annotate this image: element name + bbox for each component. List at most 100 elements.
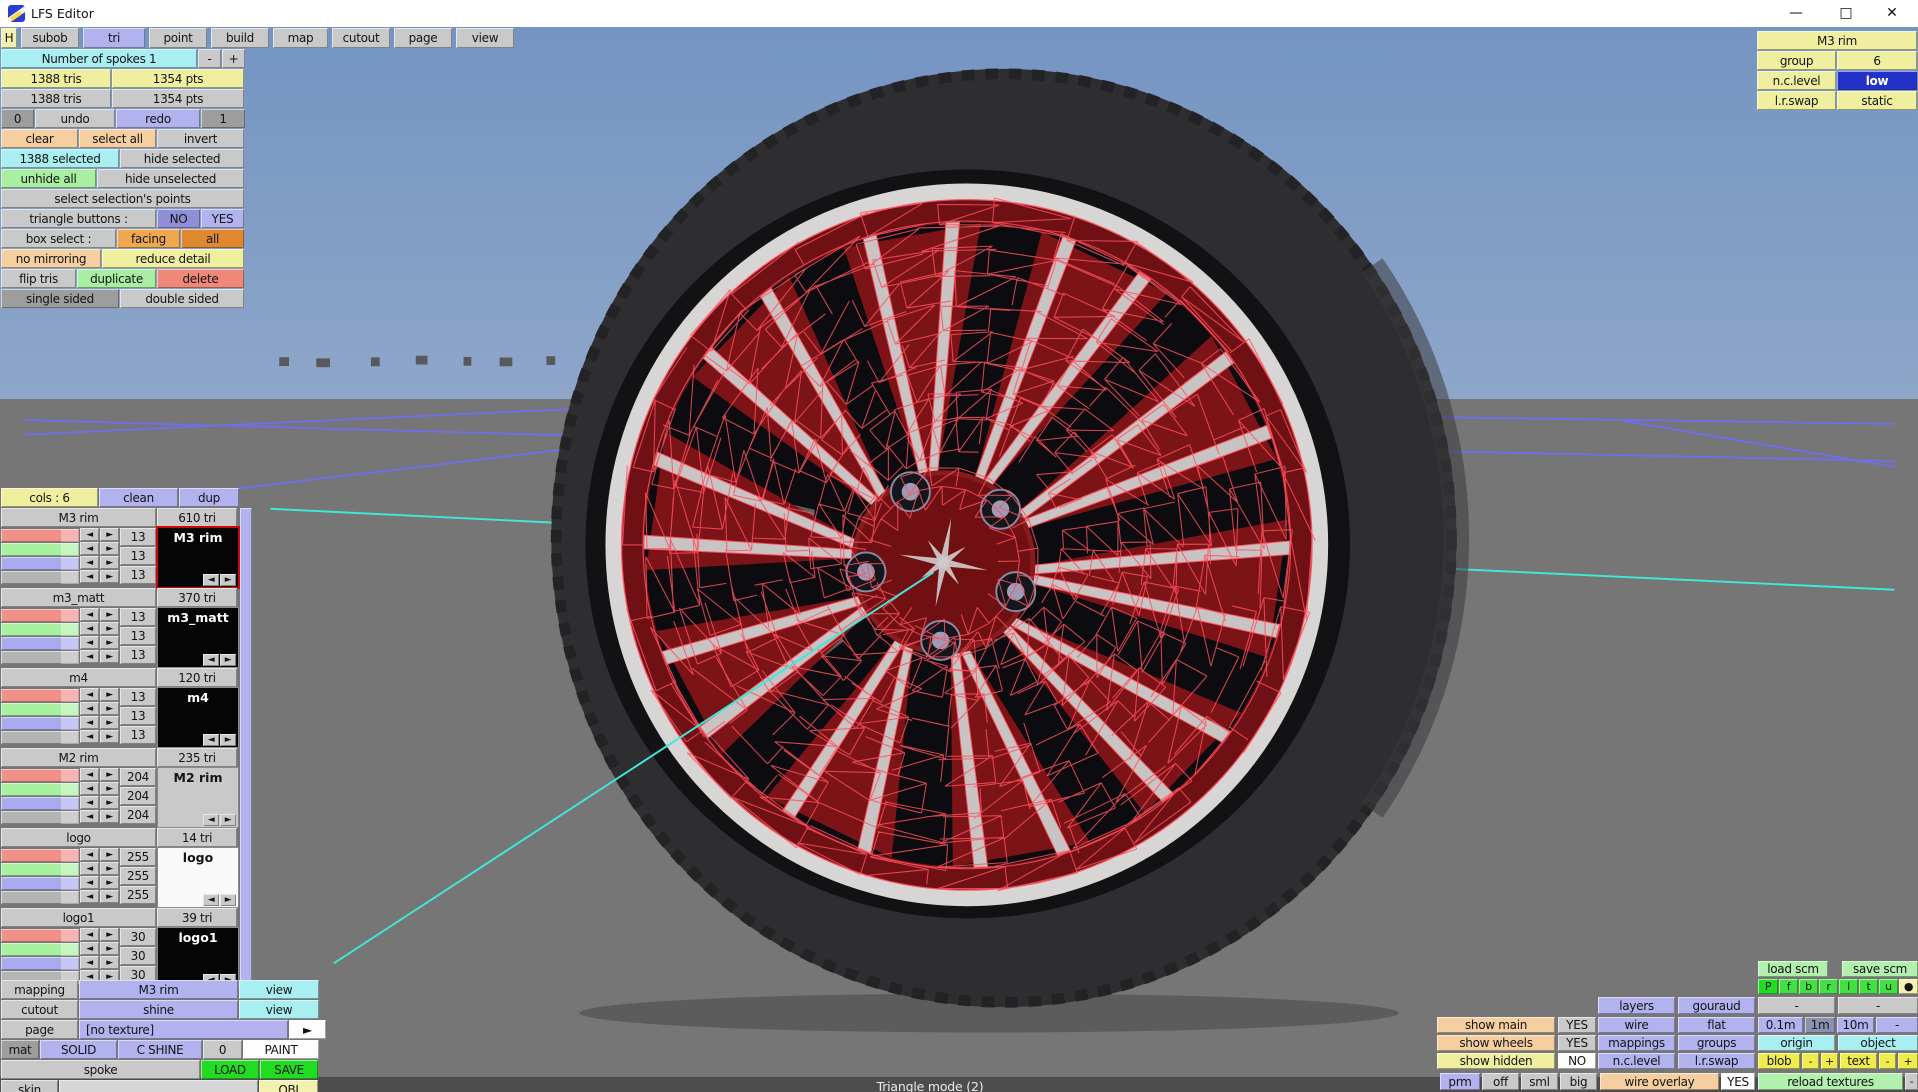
page-value[interactable]: [no texture] <box>79 1020 288 1039</box>
material-name[interactable]: M2 rim <box>1 748 156 767</box>
preview-next[interactable]: ► <box>220 574 236 586</box>
show-hidden-toggle[interactable]: NO <box>1558 1053 1596 1069</box>
prm-button[interactable]: prm <box>1440 1073 1480 1090</box>
save-button[interactable]: SAVE <box>260 1060 318 1079</box>
text-minus[interactable]: - <box>1879 1053 1896 1069</box>
no-mirroring-button[interactable]: no mirroring <box>1 249 101 268</box>
preview-next[interactable]: ► <box>220 734 236 746</box>
material-name[interactable]: M3 rim <box>1 508 156 527</box>
tab-point[interactable]: point <box>149 28 207 48</box>
tab-map[interactable]: map <box>273 28 328 48</box>
show-hidden-label[interactable]: show hidden <box>1437 1053 1555 1069</box>
select-all-button[interactable]: select all <box>79 129 156 148</box>
left-arrow-1[interactable]: ◄ <box>80 702 99 715</box>
view-preset-u[interactable]: u <box>1879 979 1898 994</box>
triangle-buttons-no[interactable]: NO <box>157 209 200 228</box>
view-preset-t[interactable]: t <box>1859 979 1878 994</box>
right-arrow-1[interactable]: ► <box>100 782 119 795</box>
reduce-detail-button[interactable]: reduce detail <box>102 249 244 268</box>
material-value-0[interactable]: 204 <box>120 768 156 786</box>
color-bar-1[interactable] <box>1 703 79 716</box>
left-arrow-3[interactable]: ◄ <box>80 650 99 663</box>
text-plus[interactable]: + <box>1898 1053 1918 1069</box>
preview-prev[interactable]: ◄ <box>203 574 219 586</box>
left-arrow-2[interactable]: ◄ <box>80 956 99 969</box>
mapping-view-button[interactable]: view <box>239 980 319 999</box>
color-bar-2[interactable] <box>1 877 79 890</box>
preview-prev[interactable]: ◄ <box>203 654 219 666</box>
material-preview-m4[interactable]: m4 ◄ ► <box>158 688 238 747</box>
shading-minus-2[interactable]: - <box>1838 997 1918 1014</box>
right-arrow-3[interactable]: ► <box>100 650 119 663</box>
prm-sml[interactable]: sml <box>1521 1073 1558 1090</box>
material-value-0[interactable]: 13 <box>120 528 156 546</box>
left-arrow-0[interactable]: ◄ <box>80 528 99 541</box>
prm-big[interactable]: big <box>1560 1073 1597 1090</box>
grid-1m[interactable]: 1m <box>1805 1017 1835 1033</box>
close-button[interactable]: ✕ <box>1870 0 1914 26</box>
color-bar-0[interactable] <box>1 849 79 862</box>
wire-overlay-label[interactable]: wire overlay <box>1600 1073 1719 1090</box>
view-preset-dot[interactable]: ● <box>1899 979 1918 994</box>
right-arrow-3[interactable]: ► <box>100 810 119 823</box>
material-preview-m3_matt[interactable]: m3_matt ◄ ► <box>158 608 238 667</box>
right-arrow-2[interactable]: ► <box>100 796 119 809</box>
wire-overlay-toggle[interactable]: YES <box>1721 1073 1755 1090</box>
groups-button[interactable]: groups <box>1678 1035 1755 1051</box>
flat-button[interactable]: flat <box>1678 1017 1755 1033</box>
double-sided-button[interactable]: double sided <box>120 289 244 308</box>
total-pts-count[interactable]: 1354 pts <box>112 89 244 108</box>
material-value-0[interactable]: 13 <box>120 688 156 706</box>
left-arrow-3[interactable]: ◄ <box>80 570 99 583</box>
mat-paint-button[interactable]: PAINT <box>243 1040 319 1059</box>
material-value-2[interactable]: 13 <box>120 566 156 584</box>
cols-count[interactable]: cols : 6 <box>1 488 98 507</box>
tab-build[interactable]: build <box>211 28 269 48</box>
right-arrow-3[interactable]: ► <box>100 890 119 903</box>
load-scm-button[interactable]: load scm <box>1758 961 1828 977</box>
right-arrow-1[interactable]: ► <box>100 702 119 715</box>
total-tris-count[interactable]: 1388 tris <box>1 89 111 108</box>
box-select-facing[interactable]: facing <box>117 229 180 248</box>
right-arrow-0[interactable]: ► <box>100 768 119 781</box>
material-name[interactable]: m4 <box>1 668 156 687</box>
color-bar-0[interactable] <box>1 689 79 702</box>
material-value-2[interactable]: 204 <box>120 806 156 824</box>
material-preview-m2-rim[interactable]: M2 rim ◄ ► <box>158 768 238 827</box>
layers-button[interactable]: layers <box>1598 997 1675 1014</box>
view-preset-r[interactable]: r <box>1819 979 1838 994</box>
cutout-view-button[interactable]: view <box>239 1000 319 1019</box>
color-bar-0[interactable] <box>1 929 79 942</box>
right-arrow-0[interactable]: ► <box>100 928 119 941</box>
grid-10m[interactable]: 10m <box>1837 1017 1874 1033</box>
materials-scrollbar[interactable] <box>240 508 252 982</box>
show-wheels-label[interactable]: show wheels <box>1437 1035 1555 1051</box>
color-bar-1[interactable] <box>1 943 79 956</box>
left-arrow-0[interactable]: ◄ <box>80 848 99 861</box>
color-bar-2[interactable] <box>1 957 79 970</box>
color-bar-2[interactable] <box>1 797 79 810</box>
left-arrow-2[interactable]: ◄ <box>80 636 99 649</box>
undo-button[interactable]: undo <box>35 109 115 128</box>
material-value-2[interactable]: 13 <box>120 646 156 664</box>
reload-textures-button[interactable]: reload textures <box>1758 1073 1903 1090</box>
menu-help[interactable]: H <box>1 28 17 48</box>
right-arrow-2[interactable]: ► <box>100 716 119 729</box>
grid-minus[interactable]: - <box>1876 1017 1918 1033</box>
right-arrow-2[interactable]: ► <box>100 556 119 569</box>
material-name[interactable]: m3_matt <box>1 588 156 607</box>
material-name[interactable]: logo1 <box>1 908 156 927</box>
nc-level-button[interactable]: n.c.level <box>1598 1053 1675 1069</box>
right-arrow-0[interactable]: ► <box>100 848 119 861</box>
color-bar-1[interactable] <box>1 783 79 796</box>
right-arrow-1[interactable]: ► <box>100 542 119 555</box>
single-sided-button[interactable]: single sided <box>1 289 119 308</box>
mappings-button[interactable]: mappings <box>1598 1035 1675 1051</box>
color-bar-0[interactable] <box>1 769 79 782</box>
material-preview-logo1[interactable]: logo1◄► <box>158 928 238 987</box>
show-main-label[interactable]: show main <box>1437 1017 1555 1033</box>
right-arrow-1[interactable]: ► <box>100 622 119 635</box>
tab-tri[interactable]: tri <box>83 28 145 48</box>
obj-button[interactable]: OBJ <box>259 1080 318 1092</box>
right-arrow-3[interactable]: ► <box>100 730 119 743</box>
